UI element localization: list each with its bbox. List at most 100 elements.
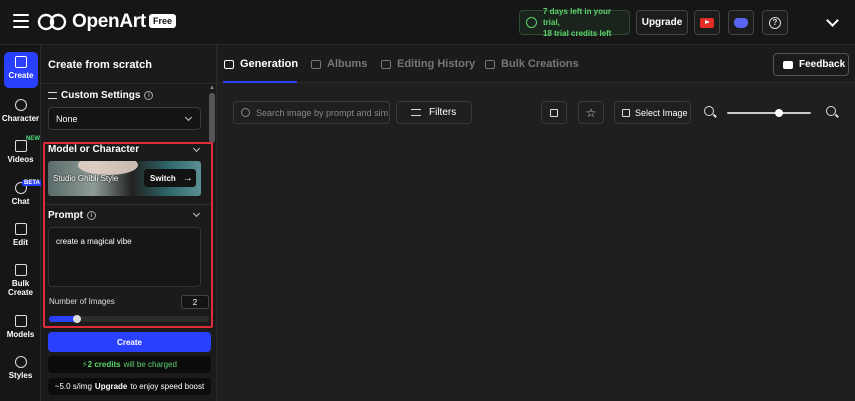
edit-icon [14,223,27,235]
tab-label: Bulk Creations [501,58,579,70]
youtube-button[interactable] [694,10,720,35]
openart-logo-icon [37,13,67,31]
num-images-slider[interactable] [49,315,209,323]
trial-text-line1: 7 days left in your trial, [543,7,612,27]
active-tab-indicator [223,81,297,83]
resize-handle[interactable]: ⋮ [210,280,216,287]
nav-item-label: Styles [8,371,33,380]
select-icon [622,108,630,117]
help-icon: ? [769,16,781,29]
scroll-up-arrow[interactable]: ▲ [209,85,215,91]
model-name: Studio Ghibli Style [53,174,119,183]
checkbox-icon [550,108,558,117]
prompt-title-text: Prompt [48,210,83,221]
info-icon[interactable]: i [87,211,96,220]
top-bar: OpenArt Free 7 days left in your trial, … [0,0,855,45]
zoom-slider-handle[interactable] [775,109,784,117]
zoom-out-button[interactable] [704,106,714,116]
menu-icon[interactable] [13,14,29,28]
slider-handle[interactable] [73,315,81,323]
filters-button[interactable]: Filters [396,101,472,124]
filters-label: Filters [429,107,457,118]
tab-label: Editing History [397,58,476,70]
tab-editing-history[interactable]: Editing History [381,58,475,70]
clock-icon [526,17,537,28]
nav-item-character[interactable]: Character [0,95,41,133]
upgrade-button[interactable]: Upgrade [636,10,688,35]
select-image-label: Select Image [635,107,688,118]
left-nav: Create Character NEW Videos BETA Chat Ed… [0,45,42,401]
nav-item-edit[interactable]: Edit [0,219,41,257]
character-icon [14,99,27,111]
num-images-label: Number of Images [49,297,115,306]
folder-icon [311,59,321,69]
stack-icon [485,59,495,69]
nav-item-label: Videos [7,155,34,164]
filter-icon [411,109,421,116]
nav-item-label: Chat [11,197,30,206]
discord-button[interactable] [728,10,754,35]
nav-item-create[interactable]: Create [4,52,38,88]
tab-bulk-creations[interactable]: Bulk Creations [485,58,579,70]
nav-item-videos[interactable]: NEW Videos [0,136,41,174]
info-icon[interactable]: i [144,91,154,100]
nav-item-styles[interactable]: Styles [0,352,41,390]
sliders-icon [48,92,57,99]
speed-upgrade-link[interactable]: Upgrade [95,382,127,391]
nav-item-chat[interactable]: BETA Chat [0,178,42,216]
custom-settings-select[interactable]: None [48,107,201,130]
num-images-input[interactable]: 2 [181,295,209,309]
switch-label: Switch [150,173,176,183]
nav-item-bulk-create[interactable]: Bulk Create [0,260,41,298]
create-button[interactable]: Create [48,332,211,352]
new-badge: NEW [26,136,40,142]
feedback-button[interactable]: Feedback [773,53,849,76]
feedback-icon [783,60,793,69]
zoom-in-button[interactable] [826,106,836,116]
favorites-button[interactable]: ☆ [578,101,604,124]
zoom-out-icon [704,106,714,116]
palette-icon [14,356,27,368]
prompt-input[interactable]: create a magical vibe [48,227,201,287]
section-divider [45,204,211,205]
model-thumbnail [78,161,138,175]
help-button[interactable]: ? [762,10,788,35]
select-all-checkbox[interactable] [541,101,567,124]
model-card[interactable]: Studio Ghibli Style Switch → [48,161,201,196]
image-icon [224,59,234,69]
trial-status[interactable]: 7 days left in your trial, 18 trial cred… [519,7,630,38]
switch-button[interactable]: Switch → [144,169,196,187]
models-icon [14,315,27,327]
zoom-slider[interactable] [727,109,811,117]
speed-value: ~5.0 s/img [54,382,92,391]
search-icon [241,108,250,117]
nav-item-label: Create [8,71,34,80]
create-icon [15,56,27,68]
search-input[interactable]: Search image by prompt and sim [233,101,390,124]
panel-scrollbar[interactable] [209,93,215,143]
trial-text-line2: 18 trial credits left [543,29,612,38]
star-icon: ☆ [585,105,597,120]
bulk-create-icon [14,264,27,276]
history-icon [381,59,391,69]
beta-badge: BETA [22,180,42,186]
tab-label: Albums [327,58,368,70]
logo[interactable]: OpenArt [37,11,146,32]
tab-albums[interactable]: Albums [311,58,367,70]
tab-generation[interactable]: Generation [224,58,298,70]
plan-badge: Free [149,14,177,28]
feedback-label: Feedback [799,59,846,70]
divider [41,83,217,84]
model-section-title[interactable]: Model or Character [48,144,139,155]
arrow-right-icon: → [182,172,193,184]
credits-notice: ⚡ 2 credits will be charged [48,356,211,373]
select-image-button[interactable]: Select Image [614,101,691,124]
nav-item-label: Bulk Create [8,279,33,297]
custom-settings-label: Custom Settings i [48,90,154,101]
search-placeholder: Search image by prompt and sim [256,107,389,118]
youtube-icon [700,17,714,28]
nav-item-models[interactable]: Models [0,311,41,349]
chevron-down-icon[interactable] [826,14,839,27]
prompt-title[interactable]: Prompt i [48,210,96,221]
speed-notice: ~5.0 s/img Upgrade to enjoy speed boost [48,378,211,395]
